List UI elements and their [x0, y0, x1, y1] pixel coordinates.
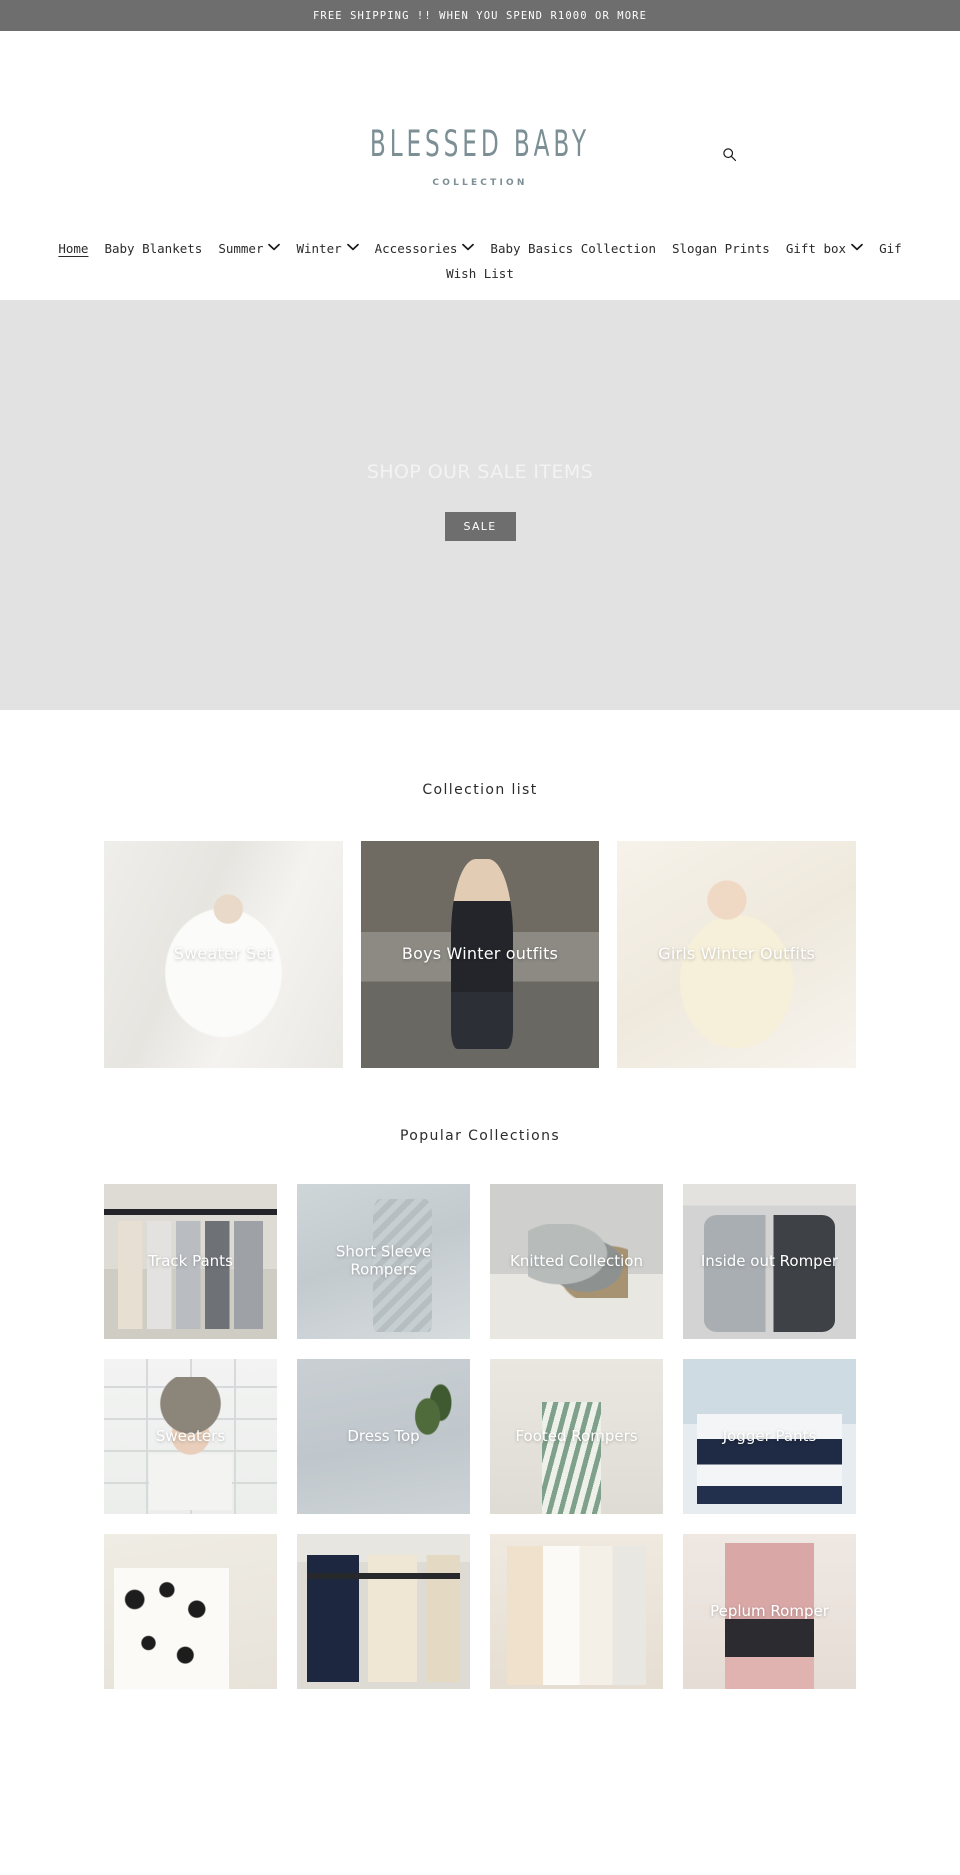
popular-collection-tile[interactable]: Sweaters	[104, 1358, 277, 1514]
logo[interactable]: BLESSED BABY COLLECTION	[0, 31, 960, 188]
collection-card[interactable]: Sweater Set	[104, 840, 343, 1068]
search-icon	[722, 147, 737, 162]
popular-collections-title: Popular Collections	[399, 1127, 561, 1144]
logo-title: BLESSED BABY	[369, 123, 591, 166]
popular-collection-label: Knitted Collection	[510, 1251, 643, 1270]
nav-item-label: Winter	[296, 240, 342, 256]
popular-collection-tile[interactable]	[297, 1533, 470, 1689]
popular-collections-grid: Track Pants Short Sleeve Rompers Knitted C…	[0, 1183, 960, 1689]
popular-collection-tile[interactable]: Dress Top	[297, 1358, 470, 1514]
hero-content: SHOP OUR SALE ITEMS SALE	[0, 300, 960, 710]
nav-item-summer[interactable]: Summer	[218, 239, 281, 258]
nav-item-baby-basics-collection[interactable]: Baby Basics Collection	[490, 239, 656, 258]
popular-collection-label: Short Sleeve Rompers	[335, 1242, 432, 1280]
chevron-down-icon	[346, 243, 359, 251]
announcement-bar: FREE SHIPPING !! WHEN YOU SPEND R1000 OR…	[0, 0, 960, 31]
nav-item-label: Summer	[218, 240, 264, 256]
nav-item-label: Gif	[879, 240, 902, 256]
collection-card-label: Boys Winter outfits	[401, 944, 559, 964]
site-header: BLESSED BABY COLLECTION	[0, 31, 960, 236]
popular-collection-label: Sweaters	[155, 1426, 226, 1445]
popular-collection-tile[interactable]: Track Pants	[104, 1183, 277, 1339]
nav-item-slogan-prints[interactable]: Slogan Prints	[672, 239, 770, 258]
nav-item-accessories[interactable]: Accessories	[375, 239, 475, 258]
popular-collection-label: Peplum Romper	[710, 1601, 829, 1620]
collection-card-label: Girls Winter Outfits	[658, 944, 816, 964]
popular-collection-tile[interactable]: Peplum Romper	[683, 1533, 856, 1689]
popular-collection-tile[interactable]: Knitted Collection	[490, 1183, 663, 1339]
nav-item-label: Slogan Prints	[672, 240, 770, 256]
nav-item-label: Accessories	[374, 240, 458, 256]
hero-title: SHOP OUR SALE ITEMS	[366, 460, 594, 483]
popular-collection-image	[104, 1533, 277, 1689]
popular-collection-label: Inside out Romper	[700, 1251, 839, 1270]
hero-banner: SHOP OUR SALE ITEMS SALE	[0, 299, 960, 710]
popular-collection-tile[interactable]	[490, 1533, 663, 1689]
nav-item-winter[interactable]: Winter	[296, 239, 359, 258]
collection-card[interactable]: Girls Winter Outfits	[617, 840, 857, 1068]
collection-list-section: Collection list Sweater Set Boys Winter o…	[0, 710, 960, 1068]
search-button[interactable]	[718, 143, 740, 165]
nav-item-label: Home	[58, 240, 89, 256]
nav-item-baby-blankets[interactable]: Baby Blankets	[104, 239, 202, 258]
collection-card-label: Sweater Set	[173, 944, 273, 964]
nav-item-label: Wish List	[446, 265, 514, 281]
collection-list-title: Collection list	[422, 781, 538, 798]
popular-collection-image	[490, 1533, 663, 1689]
popular-collection-tile[interactable]: Jogger Pants	[683, 1358, 856, 1514]
collection-card[interactable]: Boys Winter outfits	[360, 840, 600, 1068]
chevron-down-icon	[462, 243, 475, 251]
nav-item-gif[interactable]: Gif	[879, 239, 902, 258]
popular-collection-tile[interactable]: Short Sleeve Rompers	[297, 1183, 470, 1339]
popular-collection-image	[297, 1533, 470, 1689]
nav-item-home[interactable]: Home	[58, 239, 88, 258]
popular-collection-label: Track Pants	[148, 1251, 233, 1270]
nav-list: Home Baby Blankets Summer Winter Accessories…	[0, 236, 960, 286]
popular-collection-label: Footed Rompers	[515, 1426, 638, 1445]
chevron-down-icon	[851, 243, 863, 251]
popular-collection-label: Dress Top	[347, 1426, 420, 1445]
main-navigation: Home Baby Blankets Summer Winter Accessories…	[0, 236, 960, 300]
popular-collection-label: Jogger Pants	[722, 1426, 817, 1445]
nav-item-label: Gift box	[785, 240, 847, 256]
sale-button[interactable]: SALE	[444, 511, 516, 541]
logo-subtitle: COLLECTION	[432, 178, 528, 188]
nav-item-label: Baby Blankets	[104, 240, 203, 256]
popular-collection-tile[interactable]	[104, 1533, 277, 1689]
collection-list-row: Sweater Set Boys Winter outfits Girls Wint…	[0, 840, 960, 1068]
popular-collections-section: Popular Collections Track Pants Short Sle…	[0, 1068, 960, 1689]
popular-collection-tile[interactable]: Inside out Romper	[683, 1183, 856, 1339]
chevron-down-icon	[268, 243, 281, 251]
nav-item-wish-list[interactable]: Wish List	[446, 264, 514, 283]
announcement-text: FREE SHIPPING !! WHEN YOU SPEND R1000 OR…	[313, 9, 647, 22]
nav-item-gift-box[interactable]: Gift box	[786, 239, 863, 258]
popular-collection-tile[interactable]: Footed Rompers	[490, 1358, 663, 1514]
nav-item-label: Baby Basics Collection	[490, 240, 656, 256]
